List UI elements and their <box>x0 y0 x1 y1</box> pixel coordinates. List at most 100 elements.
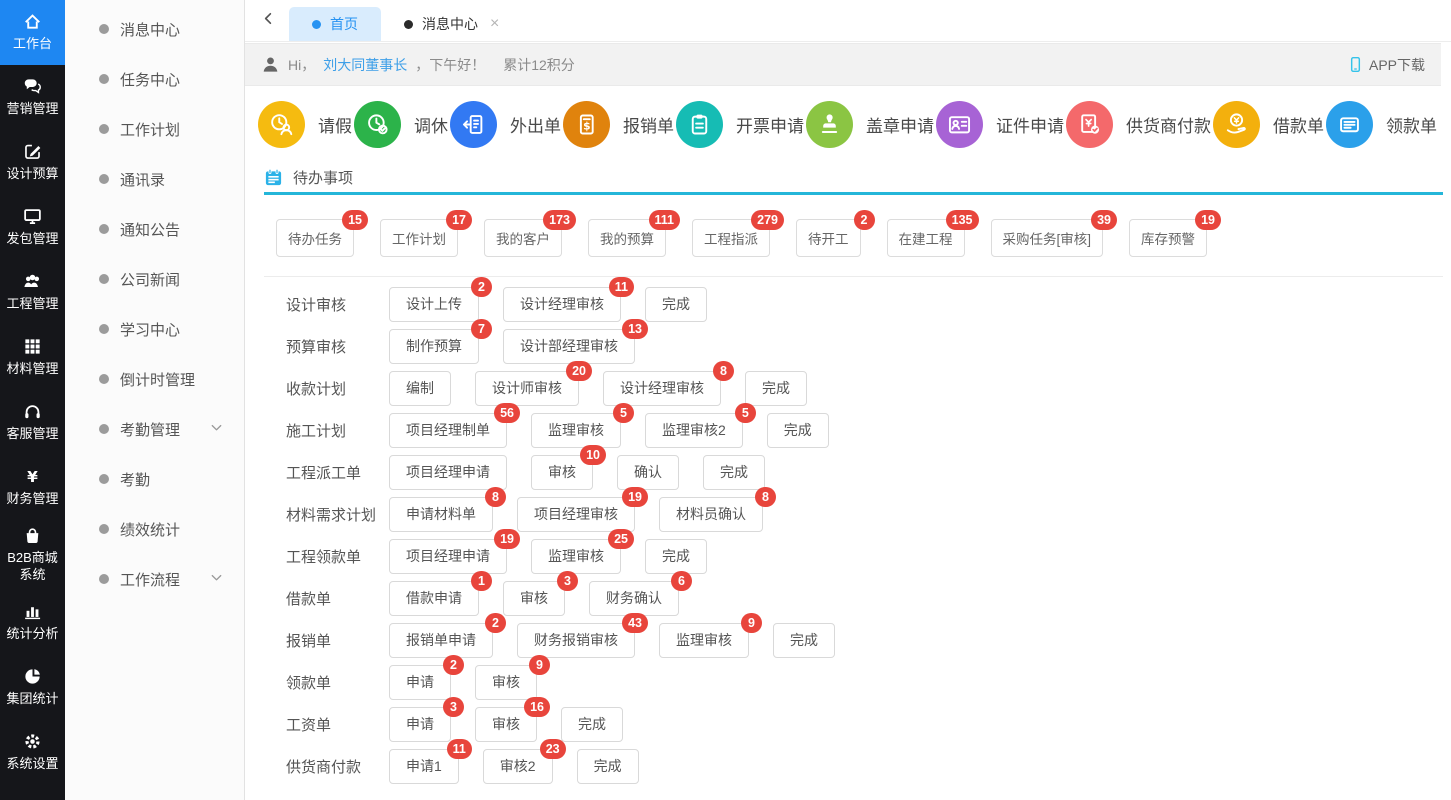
workflow-step-button[interactable]: 编制 <box>389 371 451 406</box>
quick-action[interactable]: 开票申请 <box>676 101 804 148</box>
workflow-step-button[interactable]: 审核223 <box>483 749 553 784</box>
sidebar-item[interactable]: ¥财务管理 <box>0 455 65 520</box>
quick-action[interactable]: 请假 <box>258 101 352 148</box>
menu-item[interactable]: 考勤 <box>65 454 244 504</box>
quick-action-label: 借款单 <box>1273 112 1324 137</box>
stat-button[interactable]: 库存预警19 <box>1129 219 1207 257</box>
workflow-step-button[interactable]: 完成 <box>703 455 765 490</box>
sidebar-item[interactable]: 集团统计 <box>0 655 65 720</box>
workflow-step-button[interactable]: 申请111 <box>389 749 459 784</box>
menu-item[interactable]: 通知公告 <box>65 204 244 254</box>
workflow-step-button[interactable]: 项目经理审核19 <box>517 497 635 532</box>
menu-item[interactable]: 公司新闻 <box>65 254 244 304</box>
workflow-step-button[interactable]: 项目经理制单56 <box>389 413 507 448</box>
menu-item[interactable]: 学习中心 <box>65 304 244 354</box>
workflow-step-button[interactable]: 监理审核9 <box>659 623 749 658</box>
quick-action[interactable]: $报销单 <box>563 101 674 148</box>
workflow-step-button[interactable]: 材料员确认8 <box>659 497 763 532</box>
workflow-step-button[interactable]: 完成 <box>745 371 807 406</box>
workflow-step-button[interactable]: 设计经理审核11 <box>503 287 621 322</box>
workflow-step-button[interactable]: 项目经理申请 <box>389 455 507 490</box>
sidebar-item[interactable]: 工程管理 <box>0 260 65 325</box>
workflow-step-button[interactable]: 申请材料单8 <box>389 497 493 532</box>
sidebar-item[interactable]: 发包管理 <box>0 195 65 260</box>
chevron-down-icon <box>209 570 224 589</box>
quick-action[interactable]: 领款单 <box>1326 101 1437 148</box>
workflow-step-button[interactable]: 财务确认6 <box>589 581 679 616</box>
workflow-label: 预算审核 <box>286 336 372 357</box>
stat-button[interactable]: 我的预算111 <box>588 219 666 257</box>
app-download-link[interactable]: APP下载 <box>1347 55 1425 75</box>
workflow-step-button[interactable]: 完成 <box>645 287 707 322</box>
quick-action[interactable]: 盖章申请 <box>806 101 934 148</box>
menu-item[interactable]: 考勤管理 <box>65 404 244 454</box>
workflow-step-button[interactable]: 报销单申请2 <box>389 623 493 658</box>
workflow-step-button[interactable]: 确认 <box>617 455 679 490</box>
workflow-step-button[interactable]: 完成 <box>561 707 623 742</box>
menu-item[interactable]: 工作计划 <box>65 104 244 154</box>
quick-action[interactable]: 证件申请 <box>936 101 1064 148</box>
tab-label: 消息中心 <box>422 14 478 34</box>
quick-action[interactable]: 供货商付款 <box>1066 101 1211 148</box>
workflow-step-button[interactable]: 设计经理审核8 <box>603 371 721 406</box>
stat-button[interactable]: 工程指派279 <box>692 219 770 257</box>
workflow-step-button[interactable]: 设计师审核20 <box>475 371 579 406</box>
workflow-step-button[interactable]: 财务报销审核43 <box>517 623 635 658</box>
count-badge: 2 <box>471 277 492 297</box>
sidebar-item[interactable]: 统计分析 <box>0 590 65 655</box>
quick-action[interactable]: 外出单 <box>450 101 561 148</box>
sidebar-item[interactable]: 材料管理 <box>0 325 65 390</box>
workflow-step-button[interactable]: 申请2 <box>389 665 451 700</box>
workflow-step-button[interactable]: 项目经理申请19 <box>389 539 507 574</box>
quick-action[interactable]: 调休 <box>354 101 448 148</box>
stat-button[interactable]: 工作计划17 <box>380 219 458 257</box>
stat-button[interactable]: 待办任务15 <box>276 219 354 257</box>
user-name-link[interactable]: 刘大同董事长 <box>323 55 407 75</box>
close-icon[interactable]: × <box>490 16 499 32</box>
count-badge: 6 <box>671 571 692 591</box>
quick-action[interactable]: 借款单 <box>1213 101 1324 148</box>
workflow-step-button[interactable]: 完成 <box>773 623 835 658</box>
tab-inactive[interactable]: 消息中心 × <box>381 7 522 41</box>
workflow-row: 材料需求计划申请材料单8项目经理审核19材料员确认8 <box>286 493 1443 535</box>
sidebar-item[interactable]: 工作台 <box>0 0 65 65</box>
gear-icon <box>23 732 42 751</box>
menu-item[interactable]: 倒计时管理 <box>65 354 244 404</box>
workflow-step-button[interactable]: 借款申请1 <box>389 581 479 616</box>
workflow-label: 供货商付款 <box>286 756 372 777</box>
workflow-step-button[interactable]: 监理审核25 <box>645 413 743 448</box>
workflow-step-button[interactable]: 完成 <box>767 413 829 448</box>
stat-button[interactable]: 我的客户173 <box>484 219 562 257</box>
stat-button[interactable]: 在建工程135 <box>887 219 965 257</box>
workflow-step-button[interactable]: 审核16 <box>475 707 537 742</box>
workflow-step-button[interactable]: 监理审核25 <box>531 539 621 574</box>
tab-dot-icon <box>312 20 321 29</box>
sidebar-item[interactable]: 营销管理 <box>0 65 65 130</box>
sidebar-item[interactable]: 设计预算 <box>0 130 65 195</box>
workflow-step-button[interactable]: 设计部经理审核13 <box>503 329 635 364</box>
count-badge: 3 <box>443 697 464 717</box>
workflow-step-button[interactable]: 审核10 <box>531 455 593 490</box>
back-button[interactable] <box>255 8 281 34</box>
sidebar-item[interactable]: B2B商城系统 <box>0 520 65 590</box>
workflow-step-button[interactable]: 审核9 <box>475 665 537 700</box>
workflow-step-button[interactable]: 审核3 <box>503 581 565 616</box>
workflow-step-button[interactable]: 完成 <box>645 539 707 574</box>
quick-action-label: 盖章申请 <box>866 112 934 137</box>
workflow-step-button[interactable]: 完成 <box>577 749 639 784</box>
menu-item[interactable]: 通讯录 <box>65 154 244 204</box>
bullet-icon <box>99 224 109 234</box>
stat-button[interactable]: 采购任务[审核]39 <box>991 219 1104 257</box>
sidebar-item[interactable]: 系统设置 <box>0 720 65 785</box>
menu-item[interactable]: 绩效统计 <box>65 504 244 554</box>
menu-item[interactable]: 消息中心 <box>65 4 244 54</box>
tab-active[interactable]: 首页 <box>289 7 381 41</box>
menu-item[interactable]: 工作流程 <box>65 554 244 604</box>
workflow-step-button[interactable]: 制作预算7 <box>389 329 479 364</box>
stat-button[interactable]: 待开工2 <box>796 219 861 257</box>
workflow-step-button[interactable]: 申请3 <box>389 707 451 742</box>
menu-item[interactable]: 任务中心 <box>65 54 244 104</box>
workflow-step-button[interactable]: 设计上传2 <box>389 287 479 322</box>
workflow-step-button[interactable]: 监理审核5 <box>531 413 621 448</box>
sidebar-item[interactable]: 客服管理 <box>0 390 65 455</box>
